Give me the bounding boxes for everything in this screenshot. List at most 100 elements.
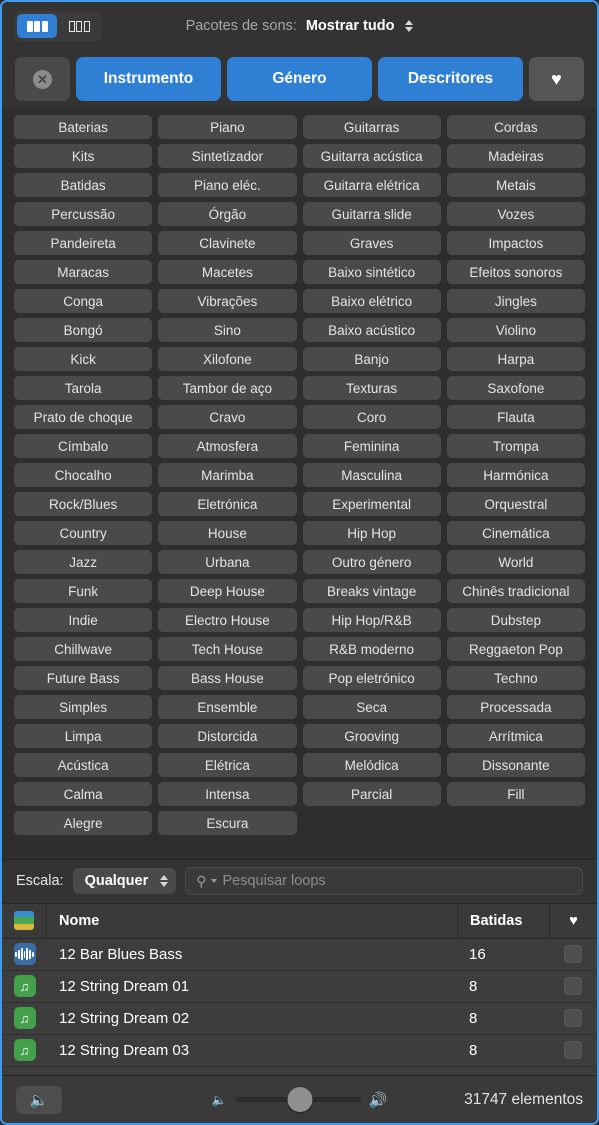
tag-pill[interactable]: Electro House xyxy=(158,608,297,632)
sound-packs-value[interactable]: Mostrar tudo xyxy=(306,18,395,34)
tag-pill[interactable]: Hip Hop xyxy=(302,521,441,545)
tag-pill[interactable]: Grooving xyxy=(302,724,441,748)
tag-pill[interactable]: Guitarra elétrica xyxy=(302,173,441,197)
table-row[interactable]: ♫ 12 String Dream 02 8 xyxy=(2,1003,597,1035)
tag-pill[interactable]: House xyxy=(158,521,297,545)
tag-pill[interactable]: Baixo acústico xyxy=(302,318,441,342)
loop-list[interactable]: 12 Bar Blues Bass 16 ♫ 12 String Dream 01 8 ♫… xyxy=(2,938,597,1075)
tag-pill[interactable]: Intensa xyxy=(158,782,297,806)
tag-pill[interactable]: Feminina xyxy=(302,434,441,458)
tag-pill[interactable]: Guitarra slide xyxy=(302,202,441,226)
tag-pill[interactable]: Harmónica xyxy=(446,463,585,487)
tag-pill[interactable]: Saxofone xyxy=(446,376,585,400)
row-favorite-cell[interactable] xyxy=(549,1035,597,1066)
tag-pill[interactable]: Hip Hop/R&B xyxy=(302,608,441,632)
tag-pill[interactable]: Órgão xyxy=(158,202,297,226)
tag-pill[interactable]: Bass House xyxy=(158,666,297,690)
tag-pill[interactable]: Future Bass xyxy=(14,666,153,690)
tag-pill[interactable]: Chinês tradicional xyxy=(446,579,585,603)
tag-pill[interactable]: Piano eléc. xyxy=(158,173,297,197)
tag-pill[interactable]: Tarola xyxy=(14,376,153,400)
volume-slider-knob[interactable] xyxy=(287,1087,313,1112)
chevron-updown-icon[interactable] xyxy=(405,20,414,32)
tag-pill[interactable]: Elétrica xyxy=(158,753,297,777)
tag-pill[interactable]: Texturas xyxy=(302,376,441,400)
tag-pill[interactable]: Eletrónica xyxy=(158,492,297,516)
tag-pill[interactable]: Cordas xyxy=(446,115,585,139)
column-header-beats[interactable]: Batidas xyxy=(457,903,549,938)
tag-pill[interactable]: Violino xyxy=(446,318,585,342)
tag-pill[interactable]: Limpa xyxy=(14,724,153,748)
tag-pill[interactable]: Processada xyxy=(446,695,585,719)
tag-pill[interactable]: Efeitos sonoros xyxy=(446,260,585,284)
row-favorite-cell[interactable] xyxy=(549,1003,597,1034)
column-header-type[interactable] xyxy=(2,903,47,938)
filter-tab-descritores[interactable]: Descritores xyxy=(378,57,523,101)
tag-pill[interactable]: Masculina xyxy=(302,463,441,487)
tag-pill[interactable]: Outro género xyxy=(302,550,441,574)
chevron-down-icon[interactable] xyxy=(211,879,218,883)
tag-pill[interactable]: Techno xyxy=(446,666,585,690)
preview-speaker-button[interactable]: 🔈 xyxy=(16,1085,62,1114)
tag-pill[interactable]: Flauta xyxy=(446,405,585,429)
tag-pill[interactable]: Breaks vintage xyxy=(302,579,441,603)
tag-pill[interactable]: Vozes xyxy=(446,202,585,226)
tag-pill[interactable]: Urbana xyxy=(158,550,297,574)
table-row[interactable]: 12 Bar Blues Bass 16 xyxy=(2,939,597,971)
tag-pill[interactable]: Funk xyxy=(14,579,153,603)
volume-slider[interactable] xyxy=(234,1087,361,1112)
tag-pill[interactable]: Deep House xyxy=(158,579,297,603)
tag-pill[interactable]: Conga xyxy=(14,289,153,313)
tag-pill[interactable]: Marimba xyxy=(158,463,297,487)
tag-pill[interactable]: Harpa xyxy=(446,347,585,371)
tag-pill[interactable]: Bongó xyxy=(14,318,153,342)
tag-pill[interactable]: Sintetizador xyxy=(158,144,297,168)
tag-pill[interactable]: Baixo elétrico xyxy=(302,289,441,313)
tag-pill[interactable]: Tambor de aço xyxy=(158,376,297,400)
tag-pill[interactable]: World xyxy=(446,550,585,574)
filter-tab-genero[interactable]: Género xyxy=(227,57,372,101)
tag-pill[interactable]: Banjo xyxy=(302,347,441,371)
clear-filters-button[interactable]: ✕ xyxy=(15,57,70,101)
tag-pill[interactable]: Coro xyxy=(302,405,441,429)
tag-pill[interactable]: Pandeireta xyxy=(14,231,153,255)
tag-pill[interactable]: Baterias xyxy=(14,115,153,139)
tag-pill[interactable]: Escura xyxy=(158,811,297,835)
tag-pill[interactable]: Alegre xyxy=(14,811,153,835)
tag-pill[interactable]: R&B moderno xyxy=(302,637,441,661)
tag-pill[interactable]: Jingles xyxy=(446,289,585,313)
tag-pill[interactable]: Kits xyxy=(14,144,153,168)
tag-pill[interactable]: Country xyxy=(14,521,153,545)
tag-pill[interactable]: Guitarras xyxy=(302,115,441,139)
tag-pill[interactable]: Prato de choque xyxy=(14,405,153,429)
tag-pill[interactable]: Xilofone xyxy=(158,347,297,371)
tag-pill[interactable]: Tech House xyxy=(158,637,297,661)
column-header-favorite[interactable]: ♥ xyxy=(549,903,597,938)
tag-pill[interactable]: Experimental xyxy=(302,492,441,516)
tag-pill[interactable]: Orquestral xyxy=(446,492,585,516)
favorite-checkbox[interactable] xyxy=(564,1009,582,1027)
tag-pill[interactable]: Atmosfera xyxy=(158,434,297,458)
tag-pill[interactable]: Cravo xyxy=(158,405,297,429)
tag-pill[interactable]: Ensemble xyxy=(158,695,297,719)
column-header-name[interactable]: Nome xyxy=(47,913,457,929)
favorites-filter-button[interactable]: ♥ xyxy=(529,57,584,101)
tag-pill[interactable]: Impactos xyxy=(446,231,585,255)
tag-pill[interactable]: Batidas xyxy=(14,173,153,197)
favorite-checkbox[interactable] xyxy=(564,1041,582,1059)
tag-pill[interactable]: Clavinete xyxy=(158,231,297,255)
tag-pill[interactable]: Sino xyxy=(158,318,297,342)
tag-pill[interactable]: Calma xyxy=(14,782,153,806)
tag-pill[interactable]: Pop eletrónico xyxy=(302,666,441,690)
tag-pill[interactable]: Trompa xyxy=(446,434,585,458)
column-view-button[interactable] xyxy=(59,14,99,38)
tag-pill[interactable]: Acústica xyxy=(14,753,153,777)
favorite-checkbox[interactable] xyxy=(564,977,582,995)
tag-pill[interactable]: Maracas xyxy=(14,260,153,284)
tag-pill[interactable]: Piano xyxy=(158,115,297,139)
scale-select[interactable]: Qualquer xyxy=(72,868,177,894)
tag-pill[interactable]: Vibrações xyxy=(158,289,297,313)
tag-pill[interactable]: Guitarra acústica xyxy=(302,144,441,168)
search-input[interactable]: ⚲ Pesquisar loops xyxy=(185,867,583,895)
tag-pill[interactable]: Dubstep xyxy=(446,608,585,632)
